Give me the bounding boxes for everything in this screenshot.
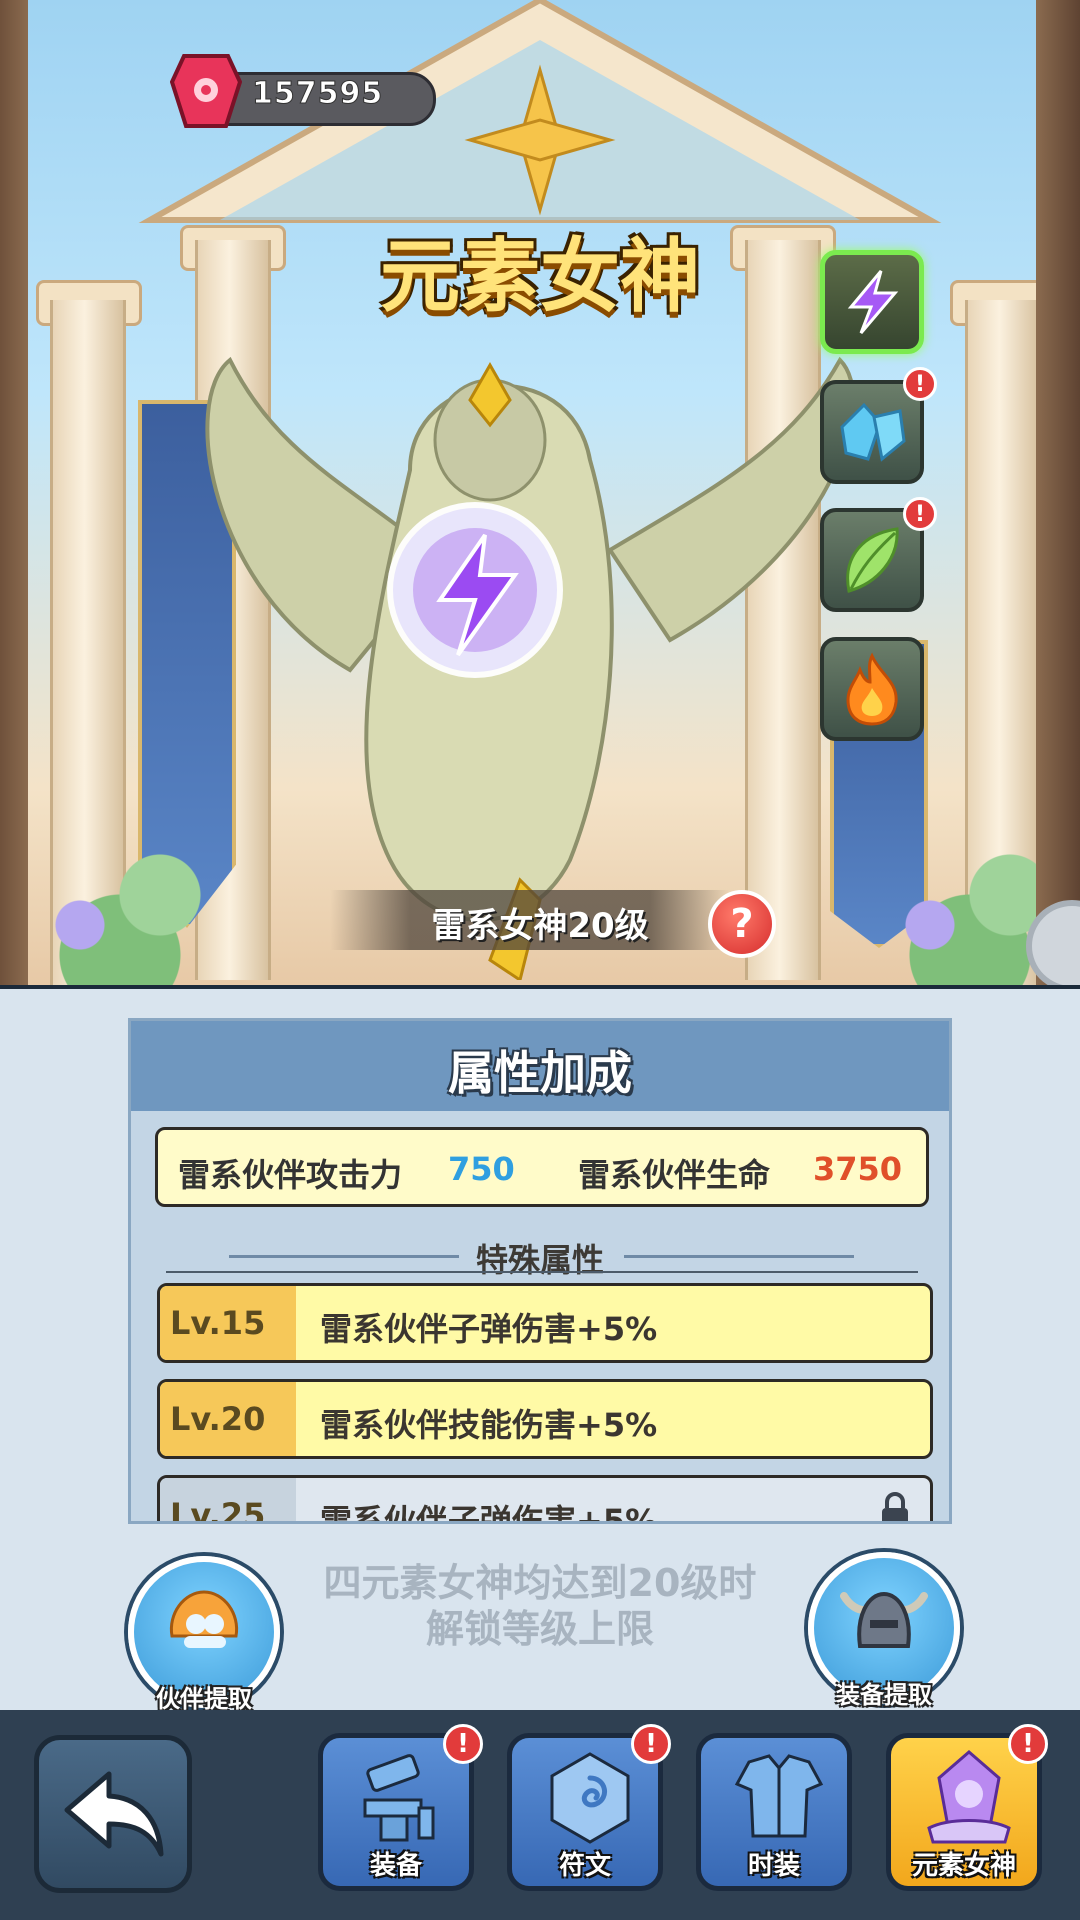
- attribute-panel: 属性加成 雷系伙伴攻击力 750 雷系伙伴生命 3750 特殊属性 Lv.15 …: [128, 1018, 952, 1524]
- anvil-hammer-icon: [363, 1754, 435, 1842]
- helmet-icon: [840, 1591, 928, 1648]
- lock-icon: [882, 1492, 908, 1521]
- back-arrow-icon: [64, 1771, 164, 1857]
- tab-rune-label: 符文: [558, 1851, 611, 1881]
- level-bonus-text: 雷系伙伴子弹伤害+5%: [320, 1502, 658, 1524]
- lightning-icon: [847, 270, 899, 334]
- equipment-extract-button[interactable]: 装备提取: [808, 1552, 960, 1709]
- gem-count: 157595: [251, 76, 384, 112]
- leaf-wing-icon: [846, 527, 899, 593]
- tab-rune-alert: !: [631, 1724, 671, 1764]
- ice-crystal-icon: [840, 402, 906, 462]
- goddess-crystal-icon: [927, 1750, 1011, 1844]
- special-attributes-title: 特殊属性: [475, 1241, 604, 1279]
- tab-element-goddess-label: 元素女神: [911, 1851, 1016, 1881]
- partner-icon: [169, 1590, 239, 1648]
- fire-icon: [846, 652, 898, 726]
- tab-fashion-label: 时装: [747, 1851, 800, 1881]
- stat-label-hp: 雷系伙伴生命: [578, 1156, 771, 1194]
- tab-element-goddess-alert: !: [1008, 1724, 1048, 1764]
- tab-equipment-label: 装备: [369, 1851, 422, 1881]
- level-bonus-text: 雷系伙伴子弹伤害+5%: [320, 1310, 658, 1348]
- level-bonus-text: 雷系伙伴技能伤害+5%: [320, 1406, 658, 1444]
- stat-label-attack: 雷系伙伴攻击力: [178, 1156, 403, 1194]
- level-bonus-row: Lv.15 雷系伙伴子弹伤害+5%: [157, 1283, 933, 1363]
- unlock-hint-line: 解锁等级上限: [425, 1607, 654, 1651]
- panel-title: 属性加成: [448, 1046, 632, 1100]
- goddess-figure: [205, 356, 856, 980]
- level-caption: 雷系女神20级: [431, 906, 649, 946]
- partner-extract-label: 伙伴提取: [156, 1685, 252, 1713]
- element-fire-button[interactable]: [820, 637, 924, 741]
- tab-fashion[interactable]: 时装: [696, 1733, 852, 1891]
- equipment-extract-label: 装备提取: [836, 1681, 932, 1709]
- level-bonus-row: Lv.20 雷系伙伴技能伤害+5%: [157, 1379, 933, 1459]
- stats-box: 雷系伙伴攻击力 750 雷系伙伴生命 3750: [155, 1127, 929, 1207]
- unlock-hint: 四元素女神均达到20级时 解锁等级上限: [290, 1560, 790, 1652]
- level-bonus-row: Lv.25 雷系伙伴子弹伤害+5%: [157, 1475, 933, 1524]
- level-label: Lv.15: [170, 1304, 266, 1342]
- tab-equipment-alert: !: [443, 1724, 483, 1764]
- back-button[interactable]: [34, 1735, 192, 1893]
- armor-icon: [734, 1754, 824, 1838]
- wind-alert-badge: !: [903, 497, 937, 531]
- special-attributes-header: 特殊属性: [131, 1231, 949, 1281]
- unlock-hint-line: 四元素女神均达到20级时: [323, 1561, 757, 1605]
- level-label: Lv.25: [170, 1496, 266, 1524]
- ice-alert-badge: !: [903, 367, 937, 401]
- panel-header: 属性加成: [131, 1021, 949, 1111]
- frame-left: [0, 0, 28, 985]
- temple-scene: [0, 0, 1080, 985]
- level-label: Lv.20: [170, 1400, 266, 1438]
- partner-extract-button[interactable]: 伙伴提取: [128, 1556, 280, 1713]
- element-lightning-button[interactable]: [820, 250, 924, 354]
- page-title: 元素女神: [380, 230, 700, 323]
- divider: [166, 1271, 918, 1273]
- stat-value-hp: 3750: [813, 1150, 903, 1188]
- rune-icon: [550, 1752, 630, 1844]
- gem-icon: [170, 54, 242, 128]
- stat-value-attack: 750: [448, 1150, 515, 1188]
- frame-right: [1036, 0, 1080, 985]
- help-button[interactable]: ?: [708, 890, 776, 958]
